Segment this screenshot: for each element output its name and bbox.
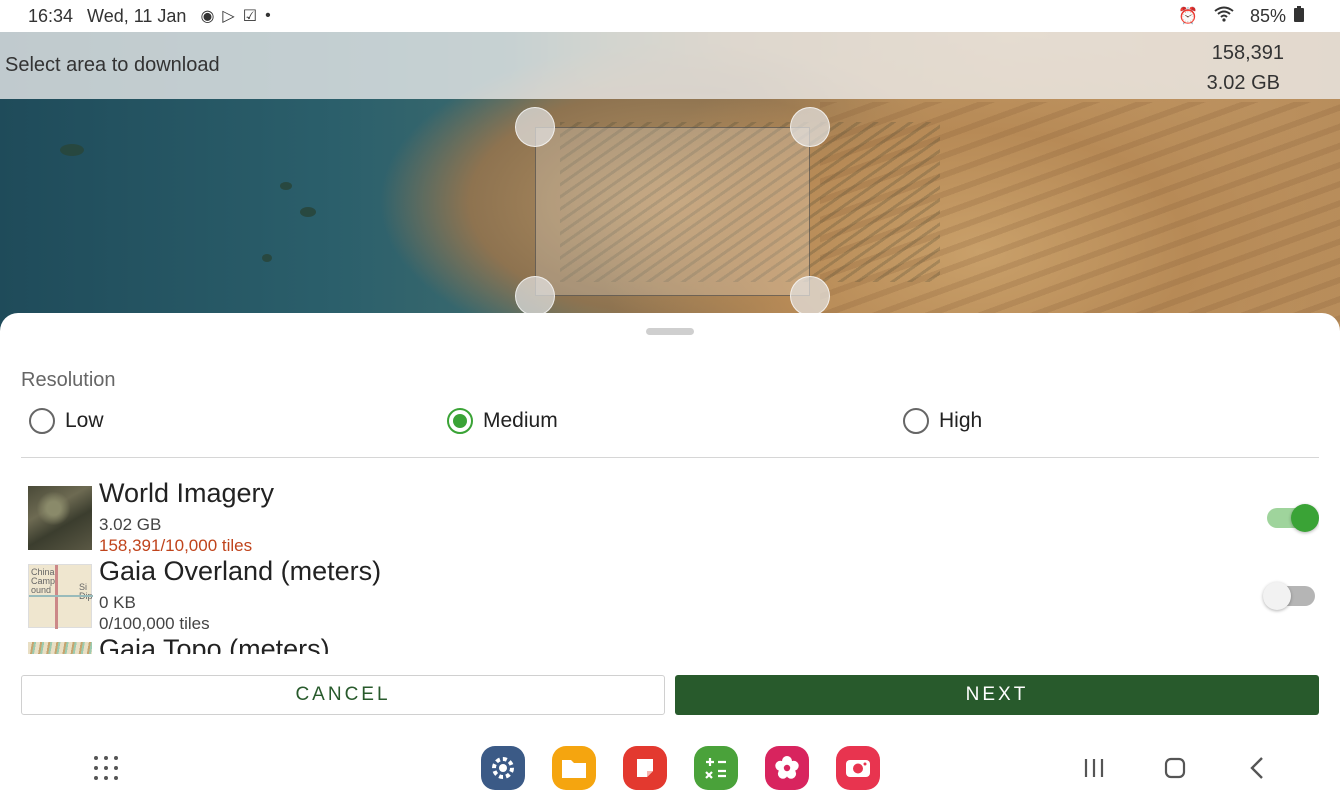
- navigation-bar: [0, 735, 1340, 800]
- selection-handle-top-right[interactable]: [790, 107, 830, 147]
- layer-name: Gaia Overland (meters): [99, 556, 382, 586]
- layer-size: 0 KB: [99, 593, 136, 612]
- download-bottom-sheet: Resolution Low Medium High World Imagery…: [0, 313, 1340, 800]
- play-store-icon: ▷: [222, 8, 235, 25]
- toggle-knob: [1291, 504, 1319, 532]
- next-button[interactable]: NEXT: [675, 675, 1319, 715]
- home-button[interactable]: [1160, 753, 1190, 783]
- radio-label-low: Low: [65, 409, 104, 432]
- radio-low[interactable]: [29, 408, 55, 434]
- layer-size: 3.02 GB: [99, 515, 162, 534]
- status-date: Wed, 11 Jan: [87, 5, 187, 26]
- toggle-knob: [1263, 582, 1291, 610]
- thumbnail-map-label: China Camp ound: [31, 567, 56, 595]
- recent-apps-button[interactable]: [1079, 753, 1109, 783]
- radio-label-medium: Medium: [483, 409, 558, 432]
- my-files-app-icon[interactable]: [552, 746, 596, 790]
- wifi-icon: [1214, 6, 1234, 27]
- app-drawer-icon[interactable]: [94, 756, 120, 782]
- layer-thumbnail: [28, 486, 92, 550]
- resolution-option-low[interactable]: Low: [29, 406, 104, 436]
- layer-item-world-imagery[interactable]: World Imagery 3.02 GB 158,391/10,000 til…: [21, 478, 1319, 555]
- tile-count: 158,391: [1211, 42, 1284, 64]
- status-time: 16:34: [28, 5, 74, 26]
- layer-name: Gaia Topo (meters): [99, 634, 330, 654]
- radio-high[interactable]: [903, 408, 929, 434]
- dot-icon: •: [265, 7, 271, 24]
- cancel-button[interactable]: CANCEL: [21, 675, 665, 715]
- map-title: Select area to download: [5, 54, 220, 76]
- status-bar: 16:34 Wed, 11 Jan ◉ ▷ ☑ • ⏰ 85%: [0, 0, 1340, 32]
- layer-thumbnail: China Camp ound Si Dip: [28, 564, 93, 629]
- layer-tiles: 158,391/10,000 tiles: [99, 536, 253, 555]
- map-header: Select area to download 158,391 3.02 GB: [0, 32, 1340, 99]
- record-icon: ◉: [200, 8, 215, 25]
- alarm-icon: ⏰: [1178, 8, 1198, 25]
- layer-tiles: 0/100,000 tiles: [99, 614, 210, 633]
- layer-item-gaia-overland[interactable]: China Camp ound Si Dip Gaia Overland (me…: [21, 556, 1319, 633]
- resolution-label: Resolution: [21, 369, 116, 391]
- calculator-app-icon[interactable]: [694, 746, 738, 790]
- map-island: [262, 254, 272, 262]
- satellite-map[interactable]: Select area to download 158,391 3.02 GB: [0, 32, 1340, 332]
- layer-list[interactable]: World Imagery 3.02 GB 158,391/10,000 til…: [21, 478, 1319, 654]
- layer-item-gaia-topo[interactable]: Gaia Topo (meters): [21, 634, 1319, 654]
- layer-name: World Imagery: [99, 478, 275, 508]
- battery-icon: [1294, 5, 1304, 27]
- resolution-option-medium[interactable]: Medium: [447, 406, 558, 436]
- radio-label-high: High: [939, 409, 983, 432]
- layer-toggle[interactable]: [1267, 504, 1319, 532]
- selection-handle-bottom-left[interactable]: [515, 276, 555, 316]
- map-island: [300, 207, 316, 217]
- thumbnail-map-label: Si Dip: [79, 582, 93, 601]
- camera-app-icon[interactable]: [836, 746, 880, 790]
- back-button[interactable]: [1242, 753, 1272, 783]
- download-size: 3.02 GB: [1206, 72, 1280, 94]
- map-island: [60, 144, 84, 156]
- selection-handle-bottom-right[interactable]: [790, 276, 830, 316]
- battery-level: 85%: [1249, 5, 1286, 26]
- layer-toggle[interactable]: [1263, 582, 1315, 610]
- notes-app-icon[interactable]: [623, 746, 667, 790]
- layer-thumbnail: [28, 642, 92, 654]
- sheet-drag-handle[interactable]: [646, 328, 694, 335]
- settings-app-icon[interactable]: [481, 746, 525, 790]
- selection-handle-top-left[interactable]: [515, 107, 555, 147]
- map-island: [280, 182, 292, 190]
- resolution-option-high[interactable]: High: [903, 406, 982, 436]
- gallery-app-icon[interactable]: [765, 746, 809, 790]
- selection-rectangle[interactable]: [535, 127, 810, 296]
- checkbox-icon: ☑: [242, 8, 258, 25]
- status-right: ⏰ 85%: [1178, 5, 1312, 27]
- radio-medium[interactable]: [447, 408, 473, 434]
- divider: [21, 457, 1319, 458]
